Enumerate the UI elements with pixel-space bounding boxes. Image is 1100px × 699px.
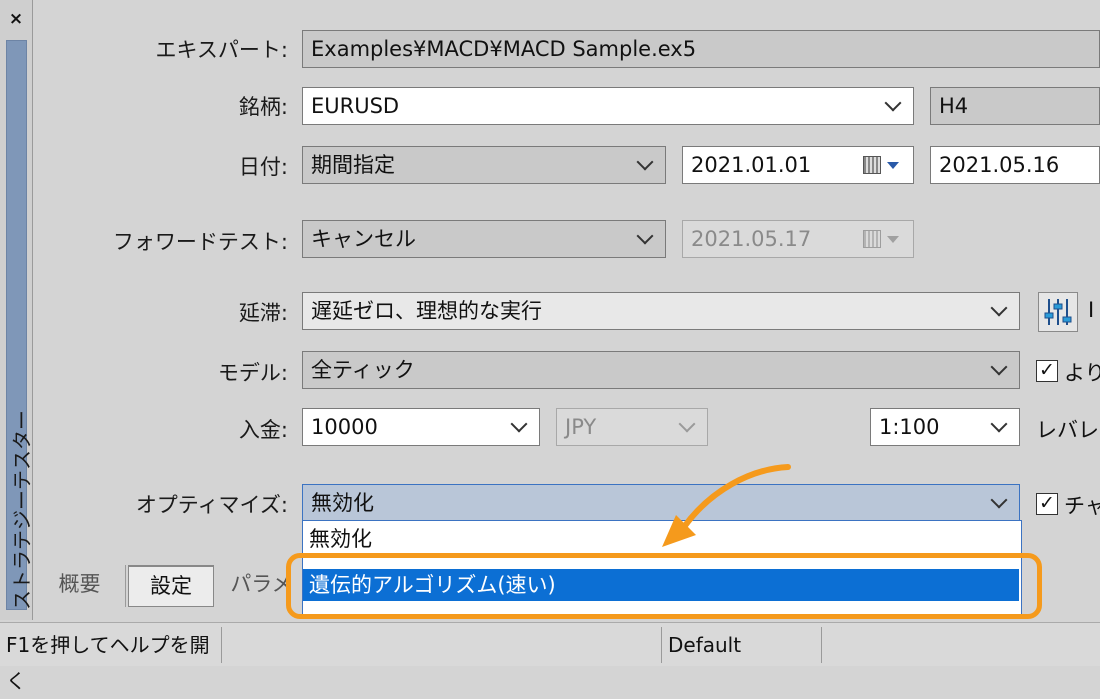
date-from-value: 2021.01.01 <box>691 153 812 177</box>
tab-overview[interactable]: 概要 <box>34 565 126 607</box>
delay-value: 遅延ゼロ、理想的な実行 <box>311 299 542 323</box>
delay-settings-button[interactable] <box>1038 292 1078 332</box>
panel-title: ストラテジーテスター <box>10 410 34 610</box>
close-button[interactable]: × <box>4 8 28 30</box>
deposit-value: 10000 <box>311 415 378 439</box>
symbol-select[interactable]: EURUSD <box>302 87 914 125</box>
currency-value: JPY <box>565 415 597 439</box>
expert-select[interactable]: Examples¥MACD¥MACD Sample.ex5 <box>302 30 1100 68</box>
date-to-input[interactable]: 2021.05.16 <box>930 146 1100 184</box>
forward-mode-select[interactable]: キャンセル <box>302 220 666 258</box>
model-side-label: より <box>1064 361 1100 385</box>
calendar-icon[interactable] <box>863 156 881 174</box>
expert-label: エキスパート: <box>155 38 288 62</box>
optimize-label: オプティマイズ: <box>135 493 288 517</box>
delay-side-text: I <box>1088 298 1095 322</box>
model-checkbox[interactable]: ✓ <box>1036 360 1058 382</box>
chevron-down-icon <box>990 358 1008 376</box>
chevron-down-icon <box>636 227 654 245</box>
status-bar: F1を押してヘルプを開く Default <box>0 622 1100 693</box>
optimize-value: 無効化 <box>311 491 374 515</box>
sliders-icon <box>1044 299 1072 325</box>
side-panel: × ストラテジーテスター <box>0 0 34 620</box>
status-help: F1を押してヘルプを開く <box>0 627 222 693</box>
forward-date-input: 2021.05.17 <box>682 220 914 258</box>
date-mode-select[interactable]: 期間指定 <box>302 146 666 184</box>
chevron-down-icon <box>678 415 696 433</box>
chevron-down-icon <box>990 415 1008 433</box>
chevron-down-icon <box>510 415 528 433</box>
model-select[interactable]: 全ティック <box>302 351 1020 389</box>
forward-date-value: 2021.05.17 <box>691 227 812 251</box>
status-profile: Default <box>662 627 822 663</box>
deposit-input[interactable]: 10000 <box>302 408 540 446</box>
dropdown-option[interactable]: 無効化 <box>309 523 372 553</box>
model-label: モデル: <box>217 361 288 385</box>
symbol-label: 銘柄: <box>238 95 288 119</box>
date-label: 日付: <box>238 155 288 179</box>
timeframe-select[interactable]: H4 <box>930 87 1100 125</box>
leverage-value: 1:100 <box>879 415 940 439</box>
delay-label: 延滞: <box>238 301 288 325</box>
currency-select: JPY <box>556 408 708 446</box>
dropdown-arrow-icon <box>887 162 899 169</box>
symbol-value: EURUSD <box>311 94 400 118</box>
delay-select[interactable]: 遅延ゼロ、理想的な実行 <box>302 292 1020 330</box>
forward-label: フォワードテスト: <box>112 230 288 254</box>
chevron-down-icon <box>884 94 902 112</box>
leverage-select[interactable]: 1:100 <box>870 408 1020 446</box>
optimize-side-checkbox[interactable]: ✓ <box>1036 493 1058 515</box>
pointer-arrow-icon <box>662 464 791 547</box>
tab-settings[interactable]: 設定 <box>128 565 214 607</box>
chevron-down-icon <box>990 299 1008 317</box>
date-mode-value: 期間指定 <box>311 153 395 177</box>
chevron-down-icon <box>990 491 1008 509</box>
forward-mode-value: キャンセル <box>311 227 416 251</box>
leverage-side-label: レバレッ <box>1036 418 1100 442</box>
highlight-ring <box>286 553 1042 619</box>
dropdown-arrow-icon <box>887 236 899 243</box>
status-empty <box>222 627 662 663</box>
optimize-side-label: チャ <box>1064 494 1100 518</box>
model-value: 全ティック <box>311 358 415 382</box>
chevron-down-icon <box>636 153 654 171</box>
date-from-input[interactable]: 2021.01.01 <box>682 146 914 184</box>
calendar-icon <box>863 230 881 248</box>
deposit-label: 入金: <box>238 418 288 442</box>
